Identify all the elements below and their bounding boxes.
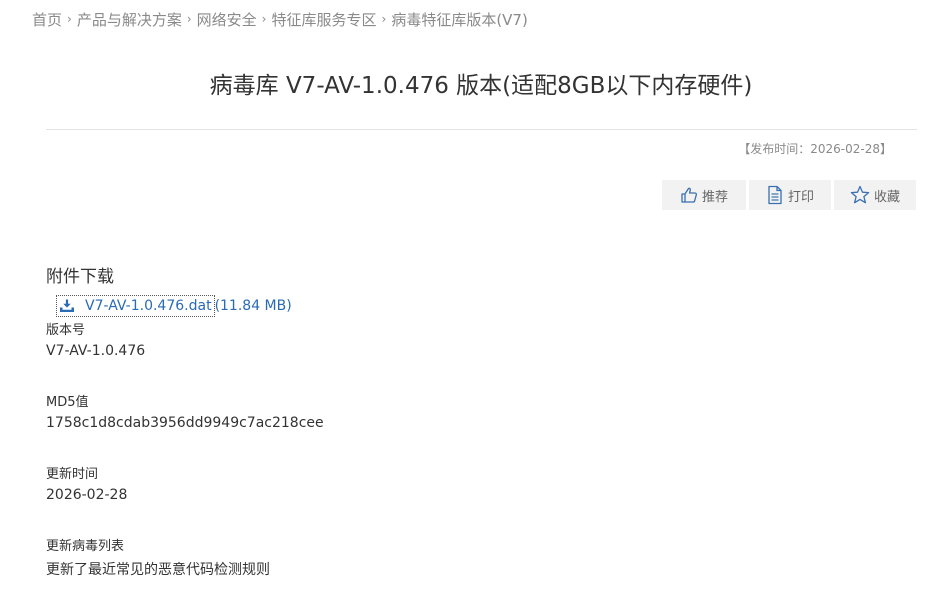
title-divider xyxy=(46,129,917,130)
thumbs-up-icon xyxy=(680,186,698,204)
attachment-download-link[interactable]: V7-AV-1.0.476.dat xyxy=(56,295,215,317)
print-button[interactable]: 打印 xyxy=(749,180,831,210)
favorite-button[interactable]: 收藏 xyxy=(834,180,916,210)
attachment-file-name: V7-AV-1.0.476.dat xyxy=(85,298,212,314)
breadcrumb-network-security[interactable]: 网络安全 xyxy=(197,9,257,30)
version-label: 版本号 xyxy=(46,323,86,338)
md5-label: MD5值 xyxy=(46,395,89,410)
virus-list-value: 更新了最近常见的恶意代码检测规则 xyxy=(46,562,270,578)
attachment-item: V7-AV-1.0.476.dat (11.84 MB) xyxy=(56,295,292,317)
download-icon xyxy=(59,299,75,313)
breadcrumb-separator: › xyxy=(261,12,267,26)
breadcrumb-separator: › xyxy=(381,12,387,26)
document-print-icon xyxy=(766,185,784,205)
breadcrumb-products-solutions[interactable]: 产品与解决方案 xyxy=(77,9,182,30)
star-icon xyxy=(850,185,870,205)
attachments-heading: 附件下载 xyxy=(46,267,114,287)
recommend-label: 推荐 xyxy=(701,189,728,205)
recommend-button[interactable]: 推荐 xyxy=(662,180,746,210)
print-label: 打印 xyxy=(787,189,814,205)
attachment-file-size: (11.84 MB) xyxy=(214,298,292,314)
article-actions: 推荐 打印 收藏 xyxy=(662,180,916,210)
breadcrumb-separator: › xyxy=(67,12,72,26)
virus-list-label: 更新病毒列表 xyxy=(46,539,125,554)
favorite-label: 收藏 xyxy=(873,189,900,205)
breadcrumb-separator: › xyxy=(186,12,192,26)
page-title: 病毒库 V7-AV-1.0.476 版本(适配8GB以下内存硬件) xyxy=(209,73,753,99)
breadcrumb-home[interactable]: 首页 xyxy=(32,9,62,30)
update-time-value: 2026-02-28 xyxy=(46,487,128,503)
breadcrumb-signature-service[interactable]: 特征库服务专区 xyxy=(271,9,376,30)
breadcrumb: 首页 › 产品与解决方案 › 网络安全 › 特征库服务专区 › 病毒特征库版本(… xyxy=(32,8,528,30)
breadcrumb-current-page: 病毒特征库版本(V7) xyxy=(391,10,528,29)
md5-value: 1758c1d8cdab3956dd9949c7ac218cee xyxy=(46,415,324,431)
update-time-label: 更新时间 xyxy=(46,467,99,482)
publish-time: 【发布时间：2026-02-28】 xyxy=(738,142,892,156)
version-value: V7-AV-1.0.476 xyxy=(46,343,146,359)
